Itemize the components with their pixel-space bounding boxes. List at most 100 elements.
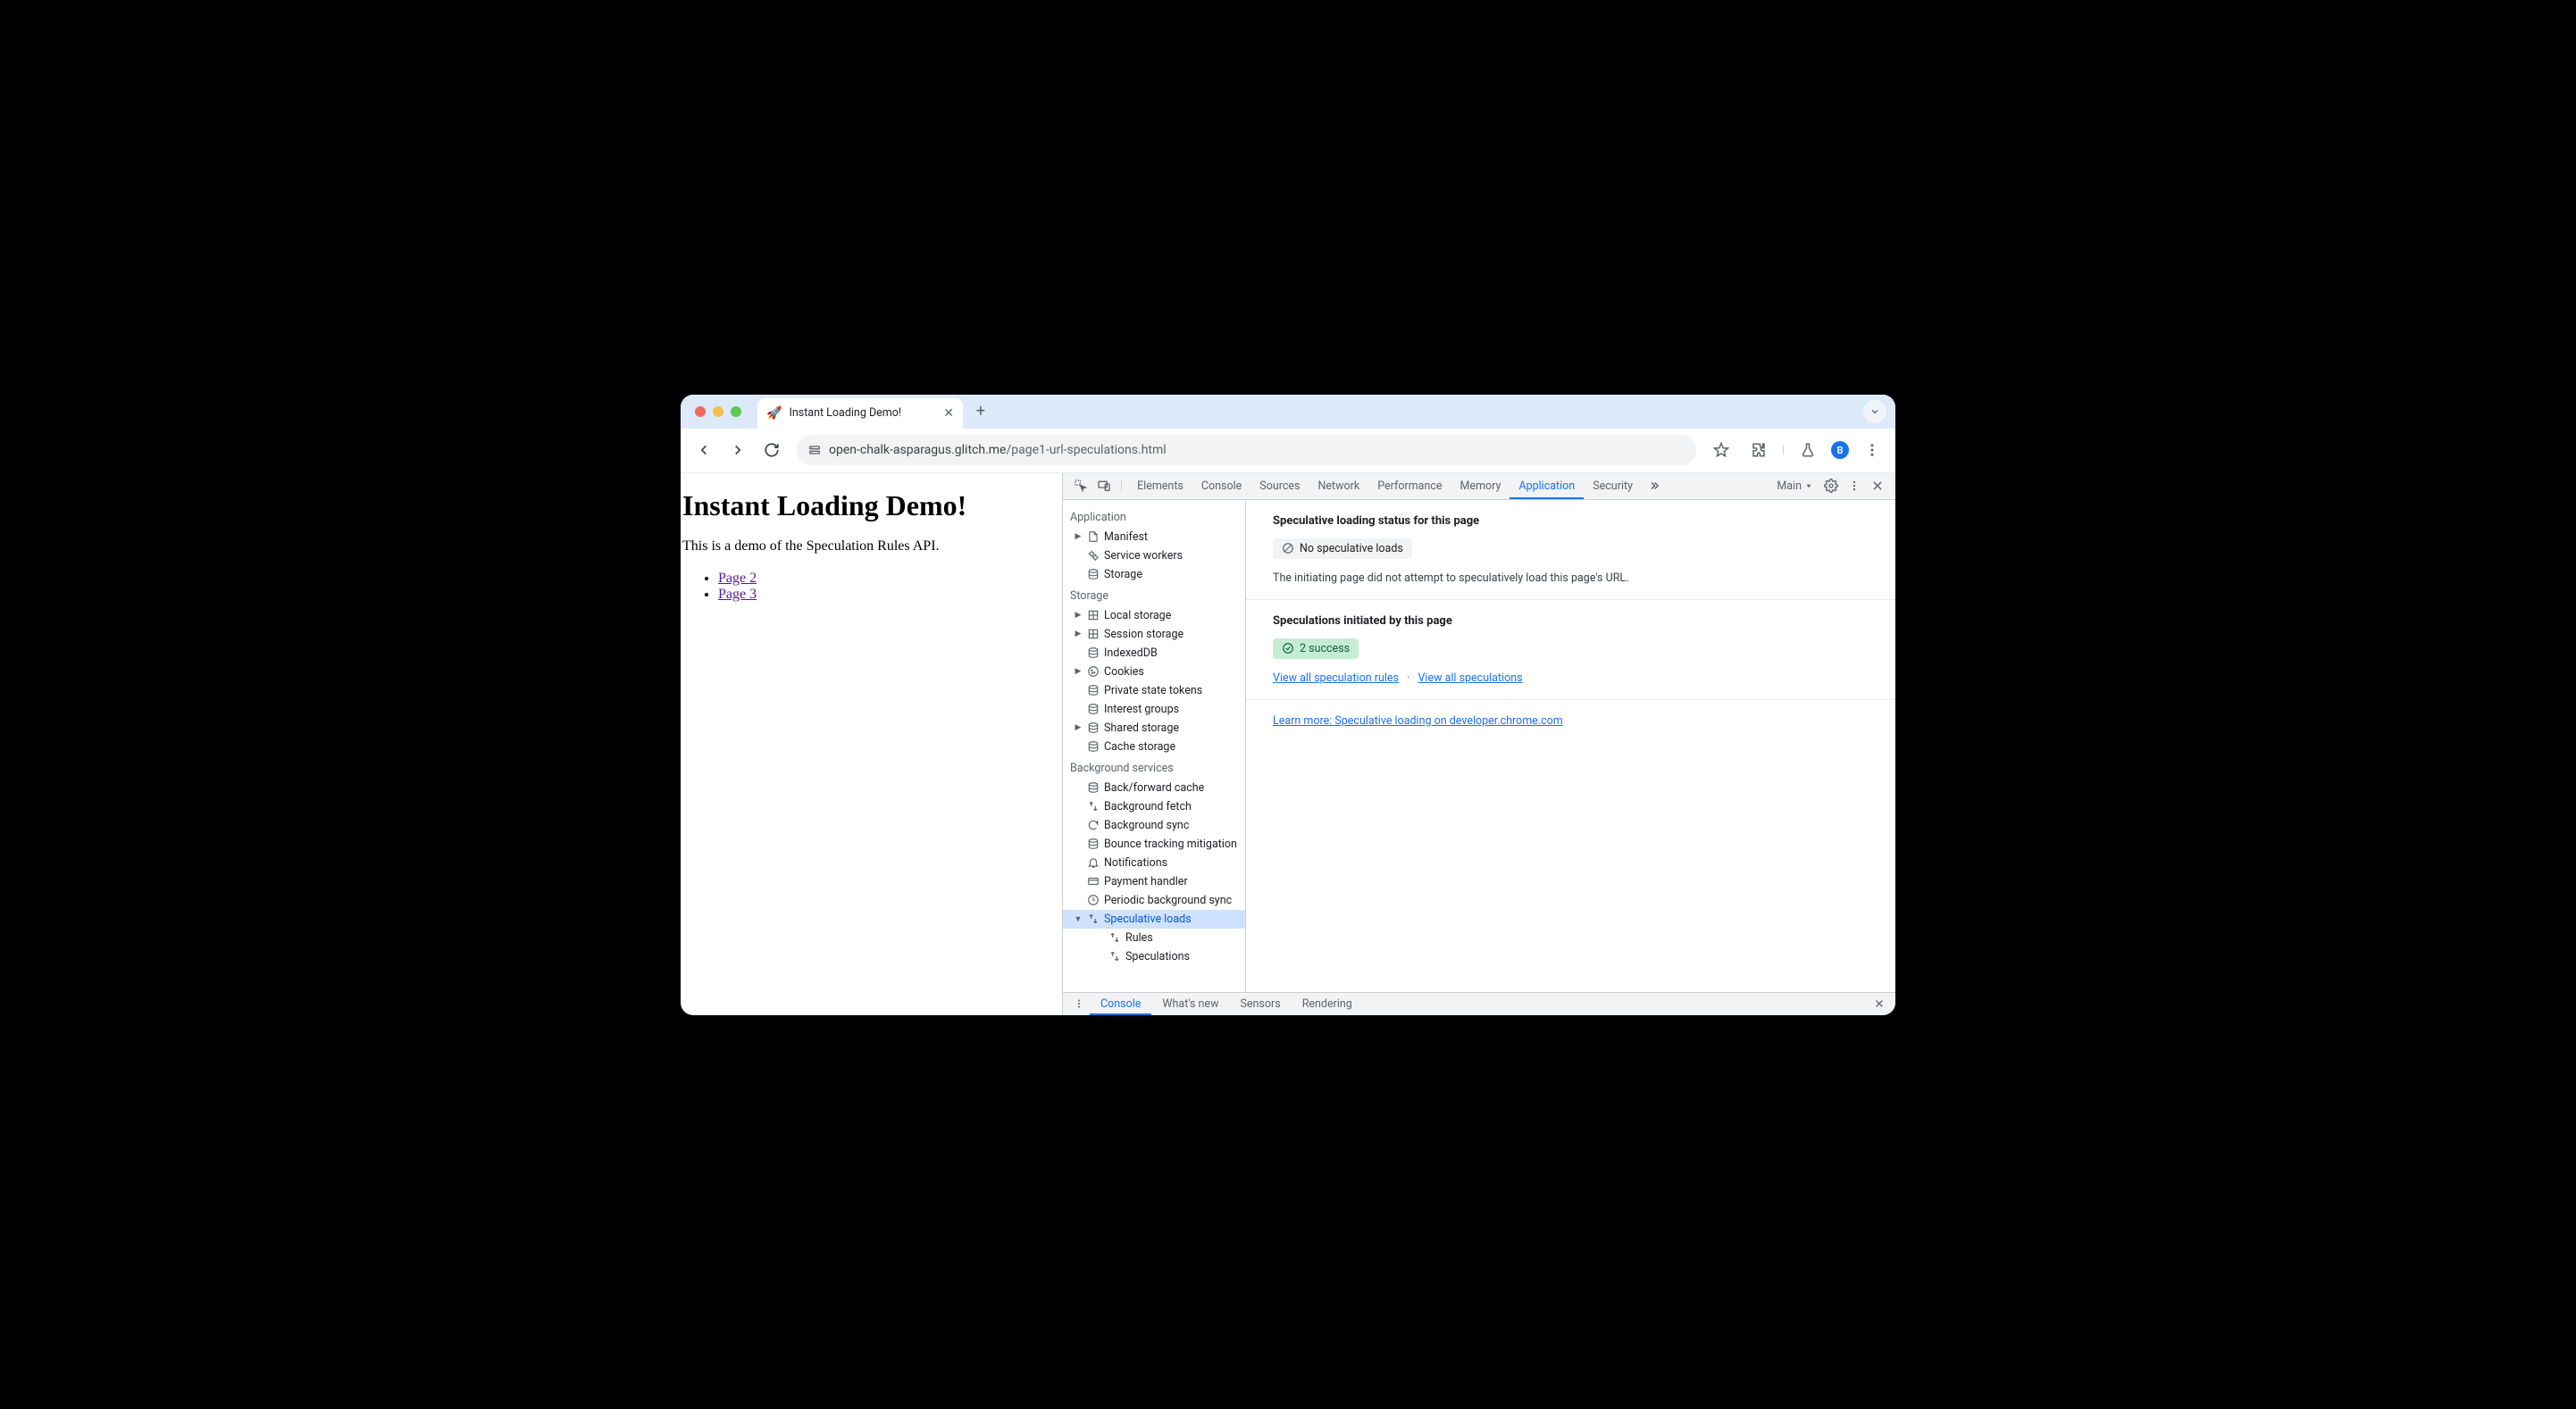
sidebar-item-background-fetch[interactable]: Background fetch xyxy=(1063,797,1245,816)
devtools-tab-application[interactable]: Application xyxy=(1510,473,1584,500)
reload-button[interactable] xyxy=(757,436,786,464)
labs-button[interactable] xyxy=(1794,436,1822,464)
sidebar-item-cache-storage[interactable]: Cache storage xyxy=(1063,738,1245,756)
sidebar-item-label: Speculative loads xyxy=(1104,913,1192,926)
close-drawer-button[interactable] xyxy=(1870,998,1888,1009)
db-icon xyxy=(1086,739,1100,754)
drawer-tab-what-s-new[interactable]: What's new xyxy=(1151,992,1229,1015)
db-icon xyxy=(1086,567,1100,581)
db-icon xyxy=(1086,646,1100,660)
device-toggle-icon[interactable] xyxy=(1093,475,1115,496)
drawer-tab-console[interactable]: Console xyxy=(1090,992,1151,1015)
db-icon xyxy=(1086,837,1100,851)
browser-tab[interactable]: 🚀 Instant Loading Demo! ✕ xyxy=(757,398,963,429)
devtools-tab-sources[interactable]: Sources xyxy=(1250,473,1309,500)
sidebar-item-label: Rules xyxy=(1125,931,1153,945)
sidebar-item-label: Notifications xyxy=(1104,856,1167,870)
url-text: open-chalk-asparagus.glitch.me/page1-url… xyxy=(829,443,1167,457)
devtools-tab-network[interactable]: Network xyxy=(1309,473,1368,500)
devtools-tab-elements[interactable]: Elements xyxy=(1128,473,1192,500)
drawer-menu-button[interactable] xyxy=(1070,998,1088,1009)
sidebar-item-local-storage[interactable]: ▶Local storage xyxy=(1063,606,1245,625)
sidebar-item-session-storage[interactable]: ▶Session storage xyxy=(1063,625,1245,644)
inspect-icon[interactable] xyxy=(1070,475,1091,496)
toolbar: open-chalk-asparagus.glitch.me/page1-url… xyxy=(681,429,1895,473)
learn-more-link[interactable]: Learn more: Speculative loading on devel… xyxy=(1273,714,1563,728)
devtools-tab-performance[interactable]: Performance xyxy=(1368,473,1451,500)
site-info-icon[interactable] xyxy=(807,443,822,457)
sidebar-item-cookies[interactable]: ▶Cookies xyxy=(1063,663,1245,681)
db-icon xyxy=(1086,702,1100,716)
sidebar-item-private-state-tokens[interactable]: Private state tokens xyxy=(1063,681,1245,700)
sidebar-item-shared-storage[interactable]: ▶Shared storage xyxy=(1063,719,1245,738)
back-button[interactable] xyxy=(690,436,718,464)
page-link[interactable]: Page 3 xyxy=(718,587,757,602)
cookie-icon xyxy=(1086,664,1100,679)
db-icon xyxy=(1086,780,1100,795)
status-badge: No speculative loads xyxy=(1273,538,1412,559)
sidebar-item-label: Background fetch xyxy=(1104,800,1192,813)
sidebar-item-label: Speculations xyxy=(1125,950,1190,963)
sidebar-item-label: Storage xyxy=(1104,568,1142,581)
forward-button[interactable] xyxy=(723,436,752,464)
sidebar-item-rules[interactable]: Rules xyxy=(1063,929,1245,947)
close-tab-button[interactable]: ✕ xyxy=(943,406,954,421)
minimize-window-button[interactable] xyxy=(713,406,723,417)
drawer-tab-sensors[interactable]: Sensors xyxy=(1229,992,1291,1015)
tab-favicon: 🚀 xyxy=(766,406,782,421)
page-link[interactable]: Page 2 xyxy=(718,571,757,586)
sidebar-item-indexeddb[interactable]: IndexedDB xyxy=(1063,644,1245,663)
maximize-window-button[interactable] xyxy=(731,406,741,417)
status-section: Speculative loading status for this page… xyxy=(1246,500,1895,600)
success-badge: 2 success xyxy=(1273,638,1359,659)
extensions-button[interactable] xyxy=(1744,436,1773,464)
view-speculations-link[interactable]: View all speculations xyxy=(1418,671,1522,685)
sidebar-item-service-workers[interactable]: Service workers xyxy=(1063,546,1245,565)
devtools-drawer: ConsoleWhat's newSensorsRendering xyxy=(1063,992,1895,1015)
devtools-tab-security[interactable]: Security xyxy=(1584,473,1642,500)
sidebar-item-interest-groups[interactable]: Interest groups xyxy=(1063,700,1245,719)
sidebar-item-back-forward-cache[interactable]: Back/forward cache xyxy=(1063,779,1245,797)
page-intro: This is a demo of the Speculation Rules … xyxy=(681,538,1062,554)
settings-icon[interactable] xyxy=(1820,475,1842,496)
sidebar-item-notifications[interactable]: Notifications xyxy=(1063,854,1245,872)
status-title: Speculative loading status for this page xyxy=(1273,514,1869,528)
close-window-button[interactable] xyxy=(695,406,706,417)
initiated-title: Speculations initiated by this page xyxy=(1273,614,1869,628)
sidebar-item-periodic-background-sync[interactable]: Periodic background sync xyxy=(1063,891,1245,910)
learn-more-section: Learn more: Speculative loading on devel… xyxy=(1246,700,1895,742)
address-bar[interactable]: open-chalk-asparagus.glitch.me/page1-url… xyxy=(797,435,1696,465)
browser-menu-button[interactable] xyxy=(1858,436,1886,464)
sidebar-item-payment-handler[interactable]: Payment handler xyxy=(1063,872,1245,891)
devtools-menu-button[interactable] xyxy=(1844,475,1865,496)
new-tab-button[interactable]: + xyxy=(968,399,993,424)
sidebar-item-speculative-loads[interactable]: ▼Speculative loads xyxy=(1063,910,1245,929)
gear-icon xyxy=(1086,548,1100,563)
content-links: View all speculation rules · View all sp… xyxy=(1273,671,1869,685)
target-selector[interactable]: Main xyxy=(1771,479,1819,493)
page-link-list: Page 2 Page 3 xyxy=(681,571,1062,603)
sidebar-item-speculations[interactable]: Speculations xyxy=(1063,947,1245,966)
devtools-tab-memory[interactable]: Memory xyxy=(1451,473,1510,500)
bell-icon xyxy=(1086,855,1100,870)
devtools-tab-console[interactable]: Console xyxy=(1192,473,1250,500)
bookmark-button[interactable] xyxy=(1707,436,1735,464)
sidebar-item-manifest[interactable]: ▶Manifest xyxy=(1063,528,1245,546)
more-tabs-button[interactable] xyxy=(1643,475,1665,496)
rendered-page: Instant Loading Demo! This is a demo of … xyxy=(681,473,1062,1015)
sidebar-item-storage[interactable]: Storage xyxy=(1063,565,1245,584)
profile-avatar[interactable]: B xyxy=(1831,441,1849,459)
close-devtools-button[interactable] xyxy=(1867,475,1888,496)
tab-search-button[interactable] xyxy=(1863,400,1886,423)
view-rules-link[interactable]: View all speculation rules xyxy=(1273,671,1399,685)
sidebar-item-label: Bounce tracking mitigation xyxy=(1104,838,1237,851)
sidebar-item-label: Session storage xyxy=(1104,628,1183,641)
sidebar-item-bounce-tracking-mitigation[interactable]: Bounce tracking mitigation xyxy=(1063,835,1245,854)
drawer-tab-rendering[interactable]: Rendering xyxy=(1292,992,1363,1015)
sidebar-item-background-sync[interactable]: Background sync xyxy=(1063,816,1245,835)
sidebar-item-label: Interest groups xyxy=(1104,703,1179,716)
sidebar-item-label: Shared storage xyxy=(1104,721,1179,735)
sidebar-item-label: Manifest xyxy=(1104,530,1148,544)
status-description: The initiating page did not attempt to s… xyxy=(1273,571,1869,585)
page-heading: Instant Loading Demo! xyxy=(681,489,1062,522)
